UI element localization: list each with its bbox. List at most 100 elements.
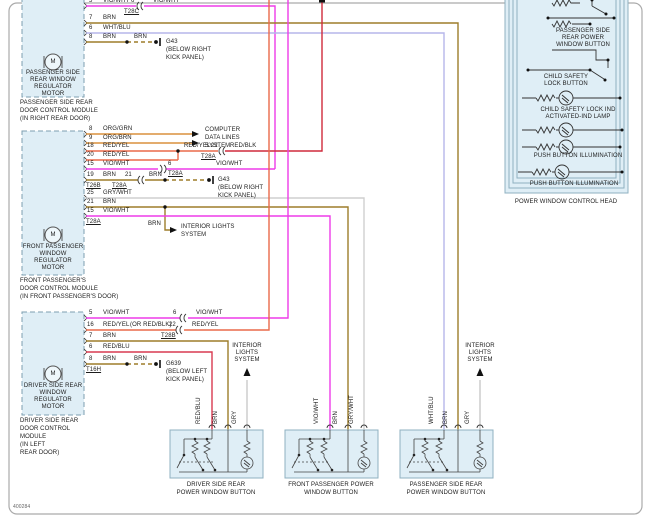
motor-label: REGULATOR	[34, 84, 72, 90]
wire-brn-bot	[86, 340, 229, 430]
cut-wire-terminal	[319, 0, 325, 3]
wire-color-label: BRN	[443, 411, 449, 424]
module-caption: DOOR CONTROL MODULE	[20, 108, 99, 114]
wire-color-label: RED/YEL	[103, 152, 130, 158]
wire-pin: 15	[87, 208, 94, 214]
wire-color-label: VIO/WHT	[103, 310, 130, 316]
motor-label: MOTOR	[41, 91, 65, 97]
wire-pin: 6	[89, 344, 93, 350]
wire-pin: 6	[131, 0, 135, 4]
connector-label: T28C	[124, 9, 140, 15]
module-caption: (IN LEFT	[20, 442, 46, 448]
wire-color-label: BRN	[213, 411, 219, 424]
ground-label: G43	[166, 39, 178, 45]
motor-letter: M	[50, 371, 56, 377]
system-label: DATA LINES	[205, 135, 240, 141]
ground-label: G639	[166, 361, 182, 367]
wire-color-label: VIO/WHT	[103, 208, 130, 214]
connector-label: T28A	[112, 183, 127, 189]
wire-color-label: VIO/WHT	[103, 0, 130, 4]
motor-letter: M	[50, 232, 56, 238]
wiring-diagram-page: 5 VIO/WHT 6 T28C VIO/WHT 7 BRN 6 WHT/BLU…	[0, 0, 650, 526]
wire-color-label: ORG/GRN	[103, 126, 133, 132]
system-label: SYSTEM	[181, 232, 207, 238]
motor-label: REGULATOR	[34, 397, 72, 403]
module-caption: DOOR CONTROL MODULE	[20, 286, 99, 292]
wire-pin: 6	[168, 161, 172, 167]
wire-color-label: RED/YEL	[192, 322, 219, 328]
wire-color-label: GRY	[232, 410, 238, 424]
system-label: LIGHTS	[468, 350, 492, 356]
wire-pin: 7	[89, 15, 93, 21]
motor-letter: M	[50, 59, 56, 65]
module-caption: DOOR CONTROL	[20, 426, 71, 432]
wire-brn-top	[86, 22, 459, 430]
ground-label: G43	[218, 177, 230, 183]
connector-label: T26B	[86, 183, 101, 189]
module-caption: (IN FRONT PASSENGER'S DOOR)	[20, 294, 119, 300]
wire-pin: 6	[89, 25, 93, 31]
system-label: INTERIOR LIGHTS	[181, 224, 235, 230]
motor-label: WINDOW	[39, 251, 67, 257]
control-head-label: PUSH BUTTON ILLUMINATION	[529, 181, 619, 187]
wire-pin: 19	[87, 172, 94, 178]
wire-pin: 20	[87, 152, 94, 158]
wire-pin: 25	[87, 190, 94, 196]
control-head-label: LOCK BUTTON	[544, 81, 588, 87]
wire-pin: 22	[211, 143, 218, 149]
control-head-label: WINDOW BUTTON	[556, 42, 610, 48]
wire-color-label: RED/YEL	[184, 143, 211, 149]
wire-pin: 8	[89, 34, 93, 40]
connector-label: T28A	[168, 171, 183, 177]
wire-color-label: GRY	[465, 410, 471, 424]
system-label: SYSTEM	[467, 357, 493, 363]
button-caption: WINDOW BUTTON	[304, 490, 358, 496]
module-caption: FRONT PASSENGER'S	[20, 278, 86, 284]
wire-color-label: BRN	[134, 34, 147, 40]
system-label: INTERIOR	[465, 343, 495, 349]
ground-location: (BELOW RIGHT	[218, 185, 264, 191]
wire-color-label: BRN	[103, 199, 116, 205]
wire-color-label: VIO/WHT	[153, 0, 180, 4]
wire-pin: 16	[87, 322, 94, 328]
wire-color-label: VIO/WHT	[196, 310, 223, 316]
wire-pin: 21	[125, 172, 132, 178]
ground-location: KICK PANEL)	[166, 377, 204, 383]
wire-color-label: BRN	[148, 221, 161, 227]
wire-color-label: RED/BLK	[230, 143, 257, 149]
diagram-number: 400284	[13, 504, 31, 510]
wire-color-label: BRN	[103, 333, 116, 339]
wire-color-label: VIO/WHT	[216, 161, 243, 167]
control-head-label: CHILD SAFETY	[543, 74, 589, 80]
control-head-label: REAR POWER	[561, 35, 605, 41]
ground-location: (BELOW RIGHT	[166, 47, 212, 53]
button-caption: POWER WINDOW BUTTON	[406, 490, 486, 496]
wire-pin: 9	[89, 135, 93, 141]
wire-wht-blu	[86, 32, 445, 430]
ground-location: (BELOW LEFT	[166, 369, 208, 375]
motor-label: MOTOR	[41, 404, 65, 410]
motor-label: REAR WINDOW	[30, 77, 76, 83]
module-caption: MODULE	[20, 434, 47, 440]
wire-color-label: BRN	[103, 15, 116, 21]
wire-pin: 8	[89, 126, 93, 132]
interior-lights-up-arrow-icon	[243, 368, 251, 376]
interior-lights-up-arrow-icon	[476, 368, 484, 376]
module-caption: PASSENGER SIDE REAR	[20, 100, 93, 106]
wire-color-label: WHT/BLU	[103, 25, 131, 31]
button-pin-arcs	[208, 424, 484, 429]
wire-color-label: BRN	[134, 356, 147, 362]
wire-color-label: RED/BLU	[196, 397, 202, 424]
motor-label: MOTOR	[41, 265, 65, 271]
interior-lights-arrow-icon	[170, 227, 177, 233]
system-label: LIGHTS	[235, 350, 259, 356]
wire-color-label: BRN	[103, 34, 116, 40]
control-head-label: PASSENGER SIDE	[556, 28, 610, 34]
wire-color-alt-label: (OR RED/BLK)	[130, 322, 172, 328]
wire-color-label: RED/YEL	[103, 143, 130, 149]
wire-color-label: RED/BLU	[103, 344, 130, 350]
wire-pin: 22	[169, 322, 176, 328]
ground-location: KICK PANEL)	[166, 55, 204, 61]
wire-color-label: GRY/WHT	[103, 190, 132, 196]
motor-label: REGULATOR	[34, 258, 72, 264]
